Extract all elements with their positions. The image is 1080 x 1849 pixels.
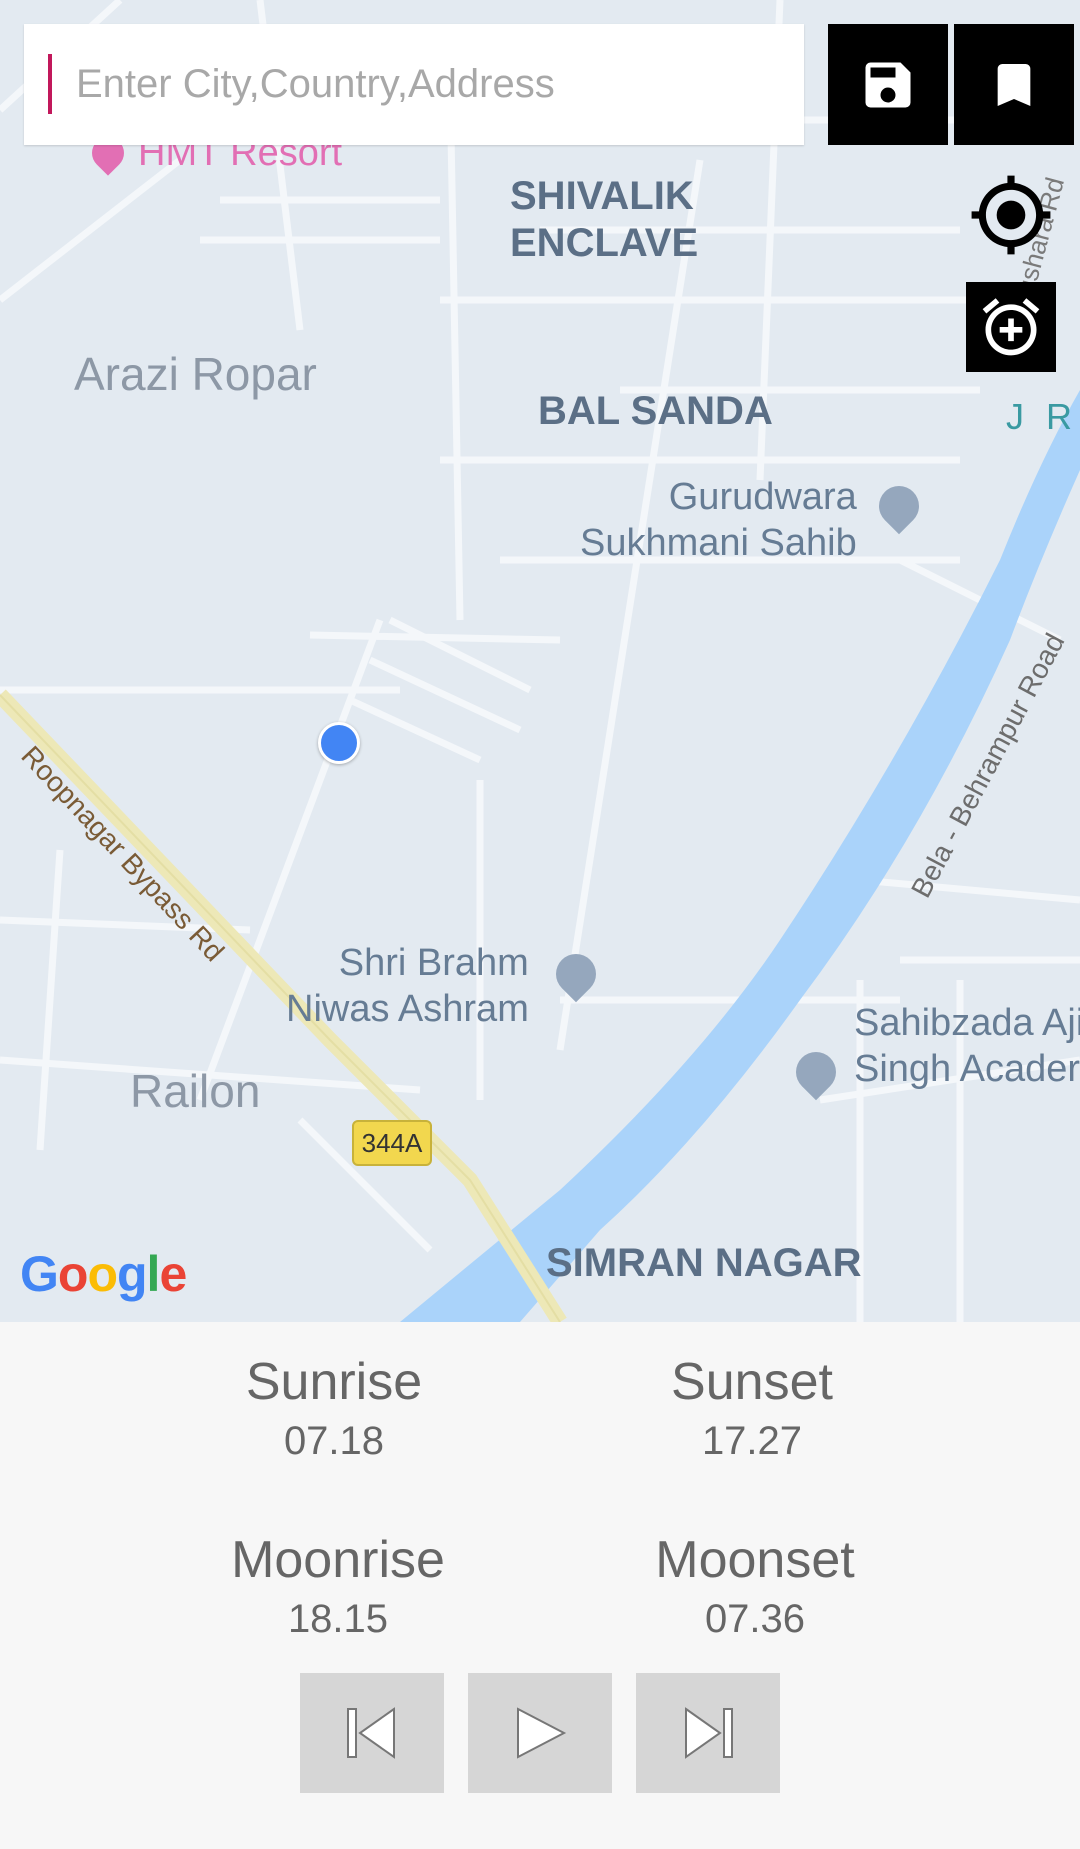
google-logo-o2: o: [87, 1246, 118, 1302]
search-input[interactable]: [50, 52, 816, 116]
my-location-button[interactable]: [966, 170, 1056, 260]
map-label-arazi-ropar: Arazi Ropar: [74, 348, 317, 400]
bookmark-button[interactable]: [954, 24, 1074, 145]
map-label-jrt: J R T: [1006, 396, 1080, 437]
save-button[interactable]: [828, 24, 948, 145]
google-logo-g: G: [20, 1246, 59, 1302]
map-label-shri-brahm[interactable]: Shri Brahm Niwas Ashram: [286, 940, 529, 1032]
map-label-simran-nagar: SIMRAN NAGAR: [546, 1241, 862, 1285]
search-box[interactable]: [24, 24, 816, 145]
play-button[interactable]: [468, 1673, 612, 1793]
moonrise-block: Moonrise 18.15: [128, 1530, 548, 1644]
bookmark-icon: [997, 63, 1031, 106]
moonset-value: 07.36: [704, 1597, 806, 1641]
moonset-label: Moonset: [655, 1531, 855, 1589]
moonrise-value: 18.15: [287, 1597, 389, 1641]
map-label-gurudwara[interactable]: Gurudwara Sukhmani Sahib: [580, 474, 857, 566]
my-location-icon: [971, 175, 1051, 255]
skip-next-icon: [685, 1707, 733, 1759]
google-logo-l: l: [146, 1246, 161, 1302]
current-location-dot[interactable]: [318, 722, 360, 764]
moonrise-label: Moonrise: [231, 1531, 445, 1589]
add-alarm-icon: [982, 298, 1040, 356]
previous-button[interactable]: [300, 1673, 444, 1793]
skip-previous-icon: [347, 1707, 395, 1759]
sunrise-block: Sunrise 07.18: [124, 1352, 544, 1466]
google-logo-e: e: [159, 1246, 187, 1302]
google-logo-g2: g: [117, 1246, 148, 1302]
google-logo: Google: [20, 1245, 187, 1303]
map-view[interactable]: HMT Resort SHIVALIK ENCLAVE Arazi Ropar B…: [0, 0, 1080, 1322]
map-label-bal-sanda: BAL SANDA: [538, 389, 773, 433]
sunrise-label: Sunrise: [245, 1353, 423, 1411]
map-label-railon: Railon: [130, 1065, 261, 1117]
sunset-block: Sunset 17.27: [542, 1352, 962, 1466]
sunset-value: 17.27: [701, 1419, 803, 1463]
sunrise-value: 07.18: [283, 1419, 385, 1463]
sunset-label: Sunset: [671, 1353, 833, 1411]
map-label-sahibzada[interactable]: Sahibzada Aji Singh Acader: [854, 1000, 1080, 1092]
google-logo-o1: o: [57, 1246, 89, 1302]
moonset-block: Moonset 07.36: [545, 1530, 965, 1644]
play-icon: [517, 1707, 567, 1759]
add-alarm-button[interactable]: [966, 282, 1056, 372]
next-button[interactable]: [636, 1673, 780, 1793]
map-label-shivalik-enclave: SHIVALIK ENCLAVE: [510, 174, 699, 265]
save-icon: [865, 62, 911, 107]
highway-shield: 344A: [352, 1120, 432, 1166]
